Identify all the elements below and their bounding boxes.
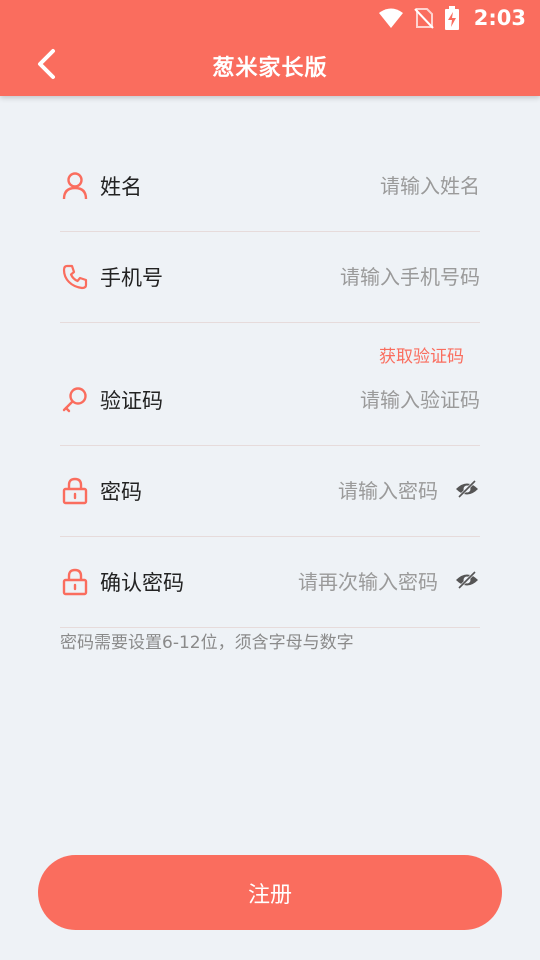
toggle-password-visibility[interactable] [454, 478, 480, 504]
status-bar: 2:03 [0, 0, 540, 36]
app-header: 2:03 葱米家长版 [0, 0, 540, 96]
page-title: 葱米家长版 [212, 56, 328, 81]
eye-off-icon [455, 479, 479, 503]
password-label: 密码 [100, 479, 142, 504]
no-sim-icon [414, 7, 434, 29]
back-button[interactable] [28, 48, 64, 84]
key-icon [60, 385, 90, 415]
chevron-left-icon [35, 48, 57, 84]
code-input[interactable] [163, 387, 480, 412]
battery-charging-icon [444, 6, 460, 30]
wifi-icon [378, 7, 404, 29]
lock-icon [60, 476, 90, 506]
confirm-password-label: 确认密码 [100, 570, 184, 595]
nav-bar: 葱米家长版 [0, 36, 540, 96]
phone-input[interactable] [163, 264, 480, 289]
code-label: 验证码 [100, 388, 163, 413]
toggle-confirm-password-visibility[interactable] [454, 569, 480, 595]
phone-label: 手机号 [100, 265, 163, 290]
confirm-password-field: 确认密码 [60, 536, 480, 628]
confirm-password-input[interactable] [184, 569, 438, 594]
phone-field: 手机号 [60, 231, 480, 323]
user-icon [60, 171, 90, 201]
name-field: 姓名 [60, 140, 480, 232]
password-hint: 密码需要设置6-12位，须含字母与数字 [60, 633, 354, 653]
eye-off-icon [455, 570, 479, 594]
name-input[interactable] [142, 173, 480, 198]
phone-icon [60, 262, 90, 292]
lock-icon [60, 567, 90, 597]
code-field: 验证码 [60, 354, 480, 446]
password-field: 密码 [60, 445, 480, 537]
password-input[interactable] [142, 478, 438, 503]
status-time: 2:03 [473, 6, 526, 30]
name-label: 姓名 [100, 174, 142, 199]
register-button[interactable]: 注册 [38, 855, 502, 930]
